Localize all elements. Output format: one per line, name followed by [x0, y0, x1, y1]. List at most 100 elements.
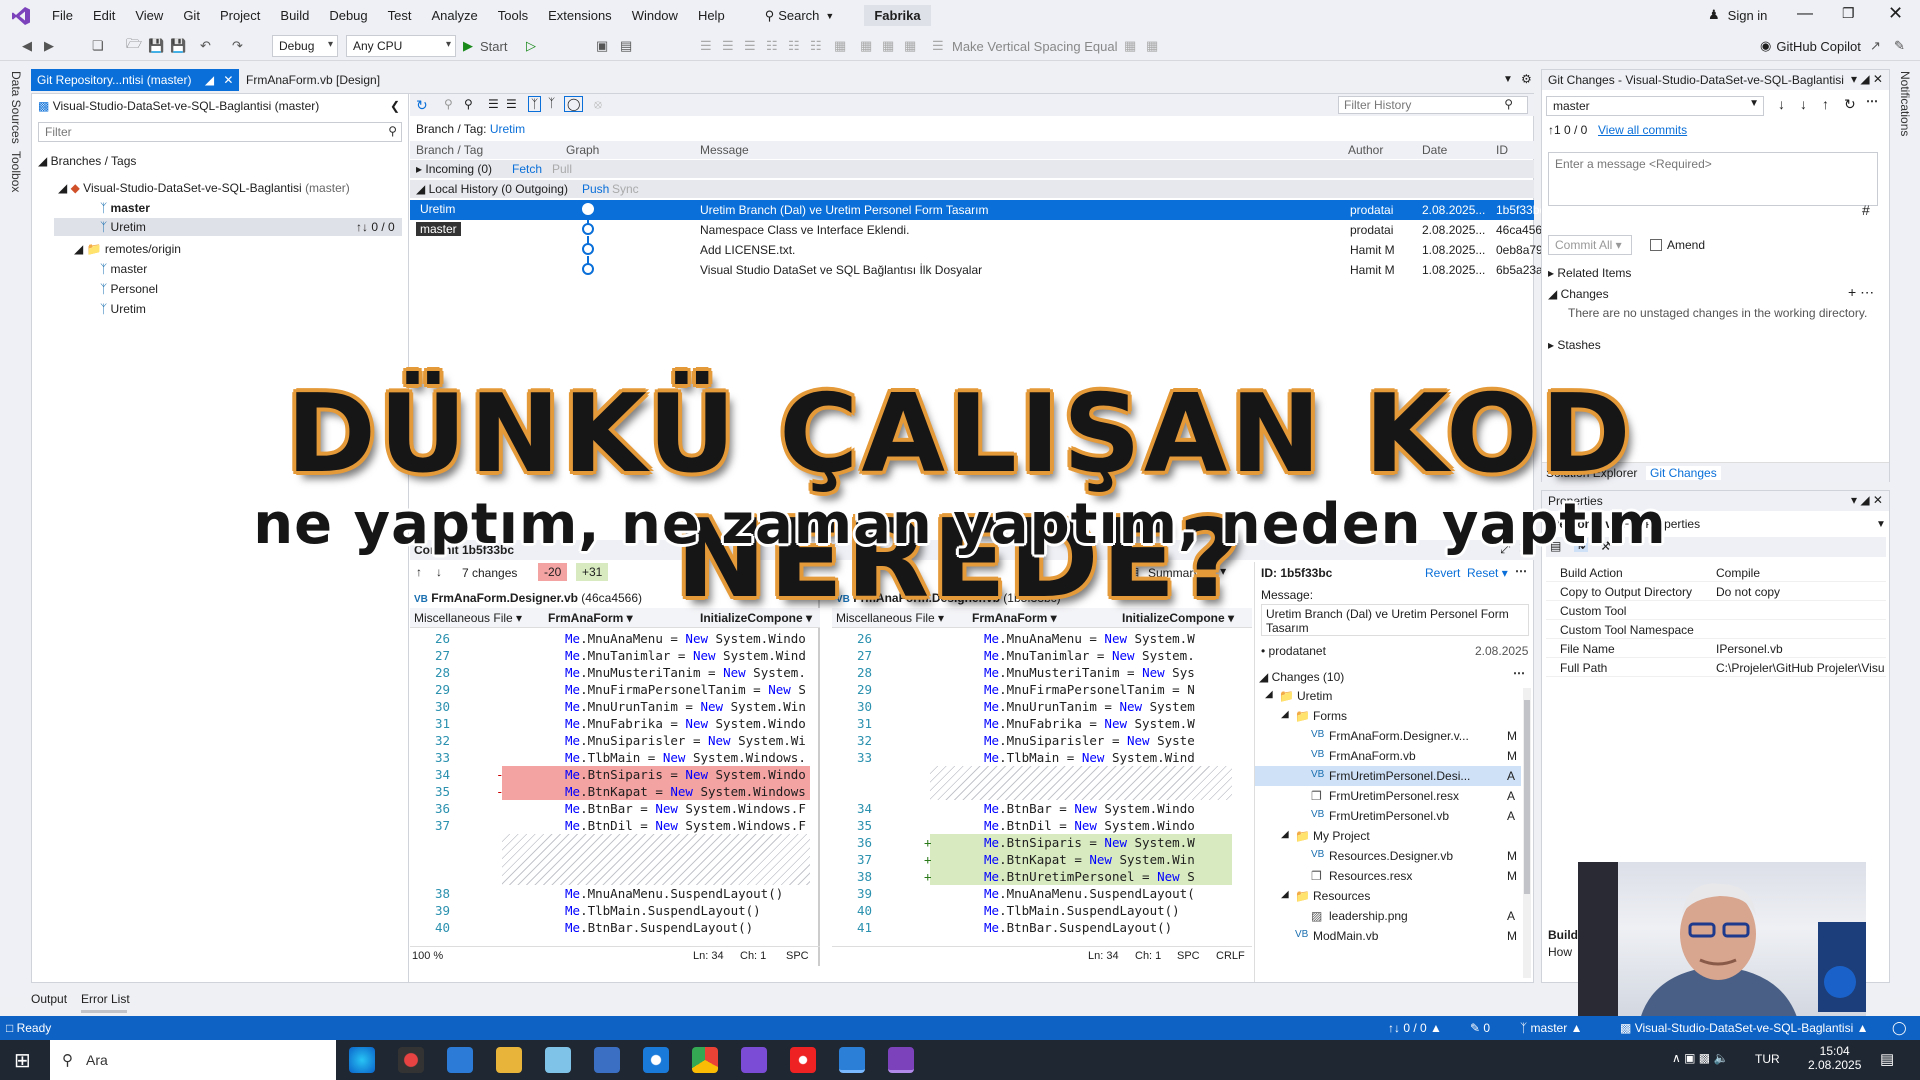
col-author[interactable]: Author [1348, 143, 1383, 157]
sync-icon[interactable]: ↻ [1844, 96, 1856, 113]
graph-toggle-icon[interactable]: ᛉ [528, 96, 542, 112]
commit-message-input[interactable]: Enter a message <Required> [1548, 152, 1878, 206]
branch-master[interactable]: ᛉ master [100, 201, 150, 215]
col-date[interactable]: Date [1422, 143, 1447, 157]
forward-icon[interactable]: ▶ [44, 36, 54, 56]
tray-icons[interactable]: ∧ ▣ ▩ 🔈 [1672, 1051, 1728, 1065]
close-button[interactable]: ✕ [1888, 3, 1903, 24]
recorder-icon[interactable] [398, 1047, 424, 1073]
data-sources-tab[interactable]: Data Sources [9, 71, 23, 144]
calculator-icon[interactable] [594, 1047, 620, 1073]
pull-icon[interactable]: ↓ [1800, 96, 1807, 112]
expand-icon[interactable]: ◢ [1265, 689, 1273, 700]
vertical-spacing-button[interactable]: Make Vertical Spacing Equal [952, 36, 1117, 56]
layout-icon[interactable]: ▤ [620, 36, 632, 56]
property-row[interactable]: File Name IPersonel.vb [1546, 639, 1886, 658]
menu-help[interactable]: Help [688, 8, 735, 23]
align-left-icon[interactable]: ☰ [700, 36, 712, 56]
file-explorer-icon[interactable] [496, 1047, 522, 1073]
status-branch[interactable]: ᛉ master ▲ [1520, 1021, 1582, 1035]
tree-scrollbar[interactable] [1523, 688, 1531, 978]
share-icon[interactable]: ↗ [1870, 36, 1881, 56]
status-sync[interactable]: ↑↓ 0 / 0 ▲ [1388, 1021, 1442, 1035]
tree-file[interactable]: ❐ FrmUretimPersonel.resx A [1255, 786, 1521, 806]
stashes-header[interactable]: ▸ Stashes [1548, 338, 1601, 352]
search-commit-icon[interactable]: ⚲ [464, 97, 473, 111]
compare-icon[interactable]: ☰ [488, 97, 499, 111]
checkbox-box[interactable] [1650, 239, 1662, 251]
redo-icon[interactable]: ↷ [232, 36, 243, 56]
media-icon[interactable] [741, 1047, 767, 1073]
menu-view[interactable]: View [125, 8, 173, 23]
remotes-node[interactable]: ◢ 📁 remotes/origin [74, 242, 181, 256]
clock[interactable]: 15:04 2.08.2025 [1808, 1044, 1861, 1072]
sync-link[interactable]: Sync [612, 182, 639, 196]
chrome-icon[interactable] [692, 1047, 718, 1073]
commit-row[interactable]: master Namespace Class ve Interface Eklen… [410, 220, 1549, 244]
tag-icon[interactable]: ◯ [564, 96, 584, 112]
center-horizontal-icon[interactable]: ▦ [1124, 36, 1136, 56]
branch-select[interactable]: master ▼ [1546, 96, 1764, 116]
size-grid-icon[interactable]: ▦ [904, 36, 916, 56]
platform-select[interactable]: Any CPU [346, 35, 456, 57]
same-height-icon[interactable]: ▦ [882, 36, 894, 56]
commit-all-button[interactable]: Commit All ▾ [1548, 235, 1632, 255]
amend-checkbox[interactable]: Amend [1650, 238, 1705, 252]
notepad-icon[interactable] [545, 1047, 571, 1073]
push-icon[interactable]: ↑ [1822, 96, 1829, 112]
menu-build[interactable]: Build [270, 8, 319, 23]
taskbar-search-box[interactable]: ⚲ Ara [50, 1040, 336, 1080]
incoming-section[interactable]: ▸ Incoming (0) Fetch Pull [410, 160, 1534, 178]
menu-extensions[interactable]: Extensions [538, 8, 622, 23]
bookmark-icon[interactable]: ▣ [596, 36, 608, 56]
menu-window[interactable]: Window [622, 8, 688, 23]
push-link[interactable]: Push [582, 182, 609, 196]
changes-section-header[interactable]: ◢ Changes [1548, 287, 1609, 301]
status-pencil[interactable]: ✎ 0 [1470, 1021, 1490, 1035]
copilot-button[interactable]: ◉ GitHub Copilot [1760, 36, 1861, 56]
open-folder-icon[interactable]: 🗁 [126, 36, 142, 56]
hash-icon[interactable]: # [1862, 202, 1870, 218]
branch-filter-input[interactable]: Filter ⚲ [38, 122, 402, 142]
browser-icon[interactable] [643, 1047, 669, 1073]
tab-frmanaform-design[interactable]: FrmAnaForm.vb [Design] [240, 69, 386, 91]
history-filter-input[interactable]: Filter History ⚲ [1338, 96, 1528, 114]
tree-folder[interactable]: ◢ 📁 My Project [1255, 826, 1521, 846]
commit-row[interactable]: Add LICENSE.txt. Hamit M 1.08.2025... 0eb8a… [410, 240, 1549, 264]
tree-folder[interactable]: ◢ 📁 Resources [1255, 886, 1521, 906]
col-graph[interactable]: Graph [566, 143, 599, 157]
panel-close-icon[interactable]: ▾ ◢ ✕ [1851, 72, 1883, 86]
back-icon[interactable]: ◀ [22, 36, 32, 56]
expand-icon[interactable]: ◢ [1281, 709, 1289, 720]
property-row[interactable]: Custom Tool Namespace [1546, 620, 1886, 639]
notification-center-icon[interactable]: ▤ [1880, 1050, 1894, 1068]
branch-graph-icon[interactable]: ᛉ [548, 96, 555, 110]
commit-row[interactable]: Uretim Uretim Branch (Dal) ve Uretim Pers… [410, 200, 1545, 224]
tab-output[interactable]: Output [31, 992, 67, 1006]
commit-row[interactable]: Visual Studio DataSet ve SQL Bağlantısı … [410, 260, 1549, 280]
tree-file[interactable]: VB ModMain.vb M [1255, 926, 1521, 946]
menu-analyze[interactable]: Analyze [421, 8, 487, 23]
tree-file[interactable]: ❐ Resources.resx M [1255, 866, 1521, 886]
gear-icon[interactable]: ⚙ [1521, 72, 1532, 86]
menu-project[interactable]: Project [210, 8, 270, 23]
tab-overflow-icon[interactable]: ▼ [1503, 74, 1513, 85]
tab-error-list[interactable]: Error List [81, 992, 130, 1006]
remote-branch-personel[interactable]: ᛉ Personel [100, 282, 158, 296]
left-code-area[interactable]: 26 Me.MnuAnaMenu = New System.Windo 27 Me.M… [410, 630, 810, 940]
fetch-icon[interactable]: ↓ [1778, 96, 1785, 112]
refresh-icon[interactable]: ↻ [416, 97, 428, 114]
close-icon[interactable]: ✕ [223, 73, 233, 87]
vs-logo-icon[interactable] [0, 0, 42, 31]
remote-branch-master[interactable]: ᛉ master [100, 262, 147, 276]
app-icon[interactable] [447, 1047, 473, 1073]
tree-file[interactable]: VB FrmAnaForm.Designer.v... M [1255, 726, 1521, 746]
vertical-spacing-icon[interactable]: ☰ [932, 36, 944, 56]
tree-file[interactable]: VB Resources.Designer.vb M [1255, 846, 1521, 866]
configuration-select[interactable]: Debug [272, 35, 338, 57]
changes-more-icon[interactable]: ⋯ [1513, 666, 1525, 680]
search-box[interactable]: ⚲ Search ▼ [765, 8, 835, 24]
menu-test[interactable]: Test [378, 8, 422, 23]
sign-in-button[interactable]: ♟ Sign in [1708, 7, 1767, 23]
menu-git[interactable]: Git [173, 8, 210, 23]
